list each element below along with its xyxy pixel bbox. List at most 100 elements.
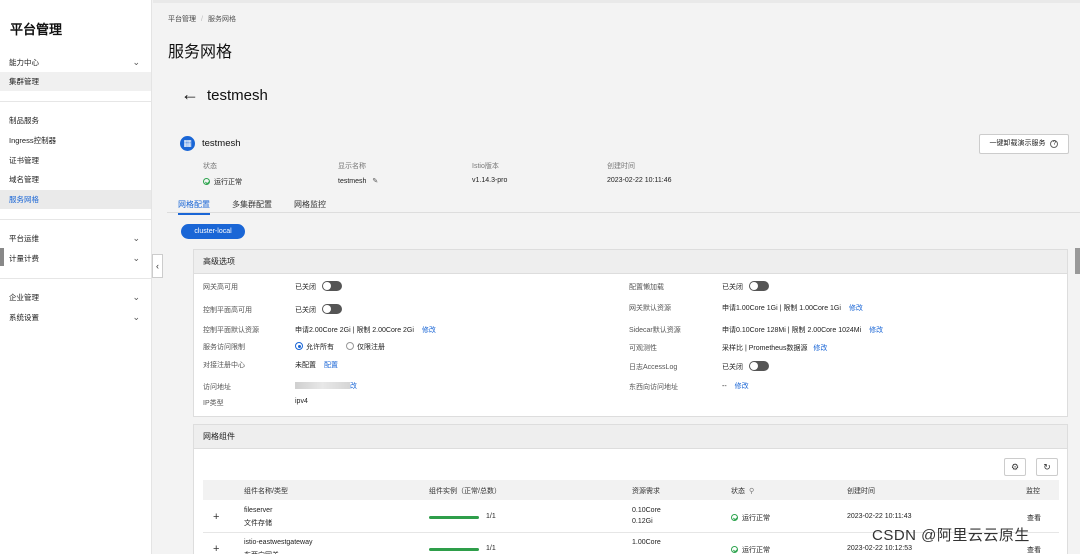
sidebar-item-system-settings[interactable]: 系统设置 ⌄: [0, 308, 151, 327]
accesslog-toggle[interactable]: [749, 361, 769, 371]
ew-address-label: 东西向访问地址: [629, 384, 678, 391]
tab-bar: 网格配置 多集群配置 网格监控: [167, 196, 1080, 215]
gateway-ha-text: 已关闭: [295, 284, 316, 291]
tab-multi-cluster[interactable]: 多集群配置: [232, 199, 272, 213]
ew-address-edit-link[interactable]: 修改: [735, 383, 749, 390]
filter-icon[interactable]: ⚲: [749, 488, 754, 495]
sidebar-item-label: 制品服务: [9, 116, 39, 125]
lazy-load-toggle[interactable]: [749, 281, 769, 291]
cluster-tag[interactable]: cluster-local: [181, 224, 245, 239]
expand-row-icon[interactable]: +: [213, 543, 219, 554]
registry-value: 未配置 配置: [295, 360, 338, 370]
ew-address-value: -- 修改: [722, 381, 749, 391]
observability-label: 可观测性: [629, 345, 657, 352]
access-limit-label: 服务访问限制: [203, 344, 245, 351]
view-monitor-link[interactable]: 查看: [1027, 513, 1041, 523]
sidebar-item-metering-billing[interactable]: 计量计费 ⌄: [0, 249, 151, 268]
col-name-type: 组件名称/类型: [244, 488, 288, 495]
access-registered-only-radio[interactable]: 仅限注册: [345, 342, 385, 351]
sidebar-item-ingress-controller[interactable]: Ingress控制器: [0, 131, 151, 150]
component-type: 东西向网关: [244, 550, 279, 554]
component-status-text: 运行正常: [742, 547, 770, 554]
sidebar-item-platform-ops[interactable]: 平台运维 ⌄: [0, 229, 151, 248]
accesslog-text: 已关闭: [722, 364, 743, 371]
check-circle-icon: [203, 178, 210, 185]
uninstall-demo-button[interactable]: 一键卸载演示服务 ?: [979, 134, 1069, 154]
control-ha-label: 控制平面高可用: [203, 307, 252, 314]
component-status-text: 运行正常: [742, 515, 770, 522]
sidebar-item-label: 计量计费: [9, 254, 39, 263]
status-text: 运行正常: [214, 179, 242, 186]
tab-mesh-monitor[interactable]: 网格监控: [294, 199, 326, 213]
mesh-name: testmesh: [202, 138, 241, 149]
sidebar-item-label: 服务网格: [9, 195, 39, 204]
sidebar-item-service-mesh[interactable]: 服务网格: [0, 190, 151, 209]
gateway-res-label: 网关默认资源: [629, 305, 671, 312]
sidebar-item-capability-center[interactable]: 能力中心 ⌄: [0, 53, 151, 72]
control-res-label: 控制平面默认资源: [203, 327, 259, 334]
settings-button[interactable]: ⚙: [1004, 458, 1026, 476]
registry-text: 未配置: [295, 362, 316, 369]
col-monitor: 监控: [1026, 488, 1040, 495]
registry-label: 对接注册中心: [203, 362, 245, 369]
breadcrumb-item-platform[interactable]: 平台管理: [168, 16, 196, 23]
sidebar-item-certificate[interactable]: 证书管理: [0, 151, 151, 170]
breadcrumb-item-mesh: 服务网格: [207, 16, 236, 23]
help-icon: ?: [1050, 140, 1059, 148]
status-label: 状态: [203, 163, 217, 170]
access-allow-all-radio[interactable]: 允许所有: [295, 342, 334, 351]
gateway-res-edit-link[interactable]: 修改: [849, 305, 863, 312]
observability-value: 采样比 | Prometheus数据源 修改: [722, 343, 827, 353]
edit-pencil-icon[interactable]: ✎: [372, 178, 378, 185]
control-res-value: 申请2.00Core 2Gi | 限制 2.00Core 2Gi 修改: [295, 325, 436, 335]
component-created: 2023-02-22 10:11:43: [847, 513, 912, 520]
expand-row-icon[interactable]: +: [213, 511, 219, 523]
check-circle-icon: [731, 546, 738, 553]
lazy-load-label: 配置懒加载: [629, 284, 664, 291]
gateway-res-value: 申请1.00Core 1Gi | 限制 1.00Core 1Gi 修改: [722, 303, 863, 313]
breadcrumb: 平台管理 / 服务网格: [168, 14, 236, 24]
sidebar-item-enterprise[interactable]: 企业管理 ⌄: [0, 288, 151, 307]
breadcrumb-separator: /: [201, 16, 203, 23]
resource-cpu: 0.10Core: [632, 507, 661, 514]
tab-mesh-config[interactable]: 网格配置: [178, 199, 210, 215]
istio-version-value: v1.14.3-pro: [472, 177, 508, 184]
col-status-label: 状态: [731, 488, 745, 495]
created-time-label: 创建时间: [607, 163, 635, 170]
registry-config-link[interactable]: 配置: [324, 362, 338, 369]
component-created: 2023-02-22 10:12:53: [847, 545, 912, 552]
gateway-res-text: 申请1.00Core 1Gi | 限制 1.00Core 1Gi: [722, 305, 841, 312]
gateway-ha-toggle[interactable]: [322, 281, 342, 291]
radio-selected-icon: [295, 342, 303, 350]
observability-edit-link[interactable]: 修改: [813, 345, 827, 352]
mesh-grid-icon: ▦: [180, 136, 195, 151]
sidecar-res-value: 申请0.10Core 128Mi | 限制 2.00Core 1024Mi 修改: [722, 325, 883, 335]
sidebar-item-domain[interactable]: 域名管理: [0, 170, 151, 189]
radio-icon: [345, 342, 354, 350]
back-arrow-icon[interactable]: ←: [181, 84, 199, 105]
control-res-edit-link[interactable]: 修改: [422, 327, 436, 334]
sidebar-item-artifact-service[interactable]: 制品服务: [0, 111, 151, 130]
sidebar-item-label: 能力中心: [9, 58, 39, 67]
table-header: 组件名称/类型 组件实例（正常/总数） 资源需求 状态 ⚲ 创建时间 监控: [203, 480, 1059, 500]
window-edge-marker: [0, 248, 4, 266]
lazy-load-value: 已关闭: [722, 281, 769, 292]
sidecar-res-edit-link[interactable]: 修改: [869, 327, 883, 334]
control-ha-toggle[interactable]: [322, 304, 342, 314]
sidebar-item-cluster-management[interactable]: 集群管理: [0, 72, 151, 91]
gateway-ha-value: 已关闭: [295, 281, 342, 292]
chevron-down-icon: ⌄: [132, 312, 140, 322]
refresh-button[interactable]: ↻: [1036, 458, 1058, 476]
display-name-label: 显示名称: [338, 163, 366, 170]
accesslog-value: 已关闭: [722, 361, 769, 372]
chevron-down-icon: ⌄: [132, 233, 140, 243]
sidebar-item-label: 企业管理: [9, 293, 39, 302]
accesslog-label: 日志AccessLog: [629, 364, 678, 371]
display-name-text: testmesh: [338, 178, 367, 185]
access-opt1-label: 允许所有: [306, 344, 334, 351]
resource-mem: 0.12Gi: [632, 518, 653, 525]
sidebar-title: 平台管理: [10, 22, 63, 37]
sidebar: 平台管理 能力中心 ⌄ 集群管理 制品服务 Ingress控制器 证书管理 域名…: [0, 0, 152, 554]
view-monitor-link[interactable]: 查看: [1027, 545, 1041, 554]
address-edit-link[interactable]: 改: [350, 383, 357, 390]
